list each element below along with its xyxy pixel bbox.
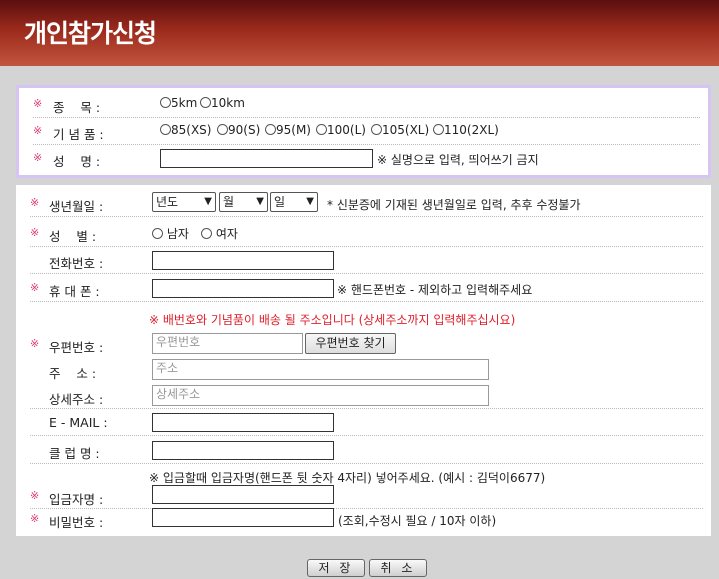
birth-day-select[interactable]: 일 ▼ [270, 192, 318, 212]
name-input[interactable] [160, 149, 373, 168]
gift-option-l[interactable]: 100(L) [316, 123, 366, 137]
gift-option-xs[interactable]: 85(XS) [160, 123, 211, 137]
phone-row: 전화번호 : [30, 247, 703, 274]
addr-row: 주 소 : 주소 [30, 356, 703, 382]
radio-icon[interactable] [316, 124, 327, 135]
event-section: ※ 종 목 : 5km 10km ※ 기 념 품 : 85(XS) 90(S) … [16, 85, 711, 178]
zip-row: ※ 우편번호 : 우편번호 우편번호 찾기 [30, 330, 703, 356]
personal-info-section: ※ 생년월일 : 년도 ▼ 월 ▼ 일 ▼ * 신분증에 기재된 생년월일로 입력, … [16, 185, 711, 536]
required-mark: ※ [33, 124, 43, 137]
radio-icon[interactable] [152, 228, 163, 239]
cancel-button[interactable]: 취 소 [369, 559, 427, 577]
gender-label: 성 별 : [49, 229, 97, 244]
radio-icon[interactable] [371, 124, 382, 135]
chevron-down-icon: ▼ [204, 196, 212, 207]
required-mark: ※ [30, 489, 40, 502]
gift-option-xl[interactable]: 105(XL) [371, 123, 429, 137]
addr-label: 주 소 : [49, 366, 97, 381]
radio-icon[interactable] [160, 97, 171, 108]
password-note: (조회,수정시 필요 / 10자 이하) [338, 514, 497, 528]
phone-input[interactable] [152, 251, 334, 270]
birth-row: ※ 생년월일 : 년도 ▼ 월 ▼ 일 ▼ * 신분증에 기재된 생년월일로 입력, … [30, 190, 703, 217]
addr-input[interactable]: 주소 [152, 359, 489, 380]
mobile-label: 휴 대 폰 : [49, 284, 100, 299]
phone-label: 전화번호 : [49, 256, 104, 271]
birth-year-select[interactable]: 년도 ▼ [152, 192, 216, 212]
radio-icon[interactable] [160, 124, 171, 135]
chevron-down-icon: ▼ [256, 196, 264, 207]
required-mark: ※ [30, 512, 40, 525]
gender-option-female[interactable]: 여자 [201, 225, 238, 242]
required-mark: ※ [30, 281, 40, 294]
email-input[interactable] [152, 413, 334, 432]
radio-icon[interactable] [201, 228, 212, 239]
birth-label: 생년월일 : [49, 199, 104, 214]
mobile-note: ※ 핸드폰번호 - 제외하고 입력해주세요 [337, 283, 533, 297]
page-header: 개인참가신청 [0, 0, 719, 66]
radio-icon[interactable] [433, 124, 444, 135]
email-row: E - MAIL : [30, 409, 703, 436]
radio-icon[interactable] [200, 97, 211, 108]
required-mark: ※ [33, 151, 43, 164]
zip-search-button[interactable]: 우편번호 찾기 [305, 333, 396, 354]
required-mark: ※ [30, 337, 40, 350]
name-label: 성 명 : [53, 154, 101, 169]
zip-label: 우편번호 : [49, 340, 104, 355]
page-title: 개인참가신청 [24, 19, 157, 48]
name-row: ※ 성 명 : ※ 실명으로 입력, 띄어쓰기 금지 [33, 145, 700, 171]
addr-detail-row: 상세주소 : 상세주소 [30, 382, 703, 409]
club-input[interactable] [152, 441, 334, 460]
gender-option-male[interactable]: 남자 [152, 225, 189, 242]
gender-row: ※ 성 별 : 남자 여자 [30, 220, 703, 247]
event-option-10km[interactable]: 10km [200, 96, 245, 110]
name-note: ※ 실명으로 입력, 띄어쓰기 금지 [377, 153, 539, 167]
gift-row: ※ 기 념 품 : 85(XS) 90(S) 95(M) 100(L) 105(… [33, 118, 700, 145]
addr-detail-label: 상세주소 : [49, 392, 104, 407]
birth-note: * 신분증에 기재된 생년월일로 입력, 추후 수정불가 [327, 198, 581, 212]
password-row: ※ 비밀번호 : (조회,수정시 필요 / 10자 이하) [30, 505, 703, 531]
address-notice-row: ※ 배번호와 기념품이 배송 될 주소입니다 (상세주소까지 입력해주십시요) [30, 305, 703, 331]
depositor-input[interactable] [152, 485, 334, 504]
required-mark: ※ [30, 196, 40, 209]
required-mark: ※ [33, 97, 43, 110]
chevron-down-icon: ▼ [306, 196, 314, 207]
gift-option-s[interactable]: 90(S) [217, 123, 260, 137]
mobile-input[interactable] [152, 279, 334, 298]
required-mark: ※ [30, 226, 40, 239]
email-label: E - MAIL : [49, 415, 108, 430]
gift-option-2xl[interactable]: 110(2XL) [433, 123, 499, 137]
event-option-5km[interactable]: 5km [160, 96, 197, 110]
address-notice: ※ 배번호와 기념품이 배송 될 주소입니다 (상세주소까지 입력해주십시요) [149, 313, 516, 327]
club-row: 클 럽 명 : [30, 437, 703, 464]
event-row: ※ 종 목 : 5km 10km [33, 91, 700, 118]
event-label: 종 목 : [53, 100, 101, 115]
radio-icon[interactable] [265, 124, 276, 135]
gift-option-m[interactable]: 95(M) [265, 123, 311, 137]
radio-icon[interactable] [217, 124, 228, 135]
gift-label: 기 념 품 : [53, 127, 104, 142]
addr-detail-input[interactable]: 상세주소 [152, 385, 489, 406]
birth-month-select[interactable]: 월 ▼ [219, 192, 268, 212]
zip-input[interactable]: 우편번호 [152, 333, 303, 354]
password-input[interactable] [152, 508, 334, 527]
password-label: 비밀번호 : [49, 515, 104, 530]
save-button[interactable]: 저 장 [307, 559, 365, 577]
mobile-row: ※ 휴 대 폰 : ※ 핸드폰번호 - 제외하고 입력해주세요 [30, 275, 703, 302]
club-label: 클 럽 명 : [49, 446, 100, 461]
